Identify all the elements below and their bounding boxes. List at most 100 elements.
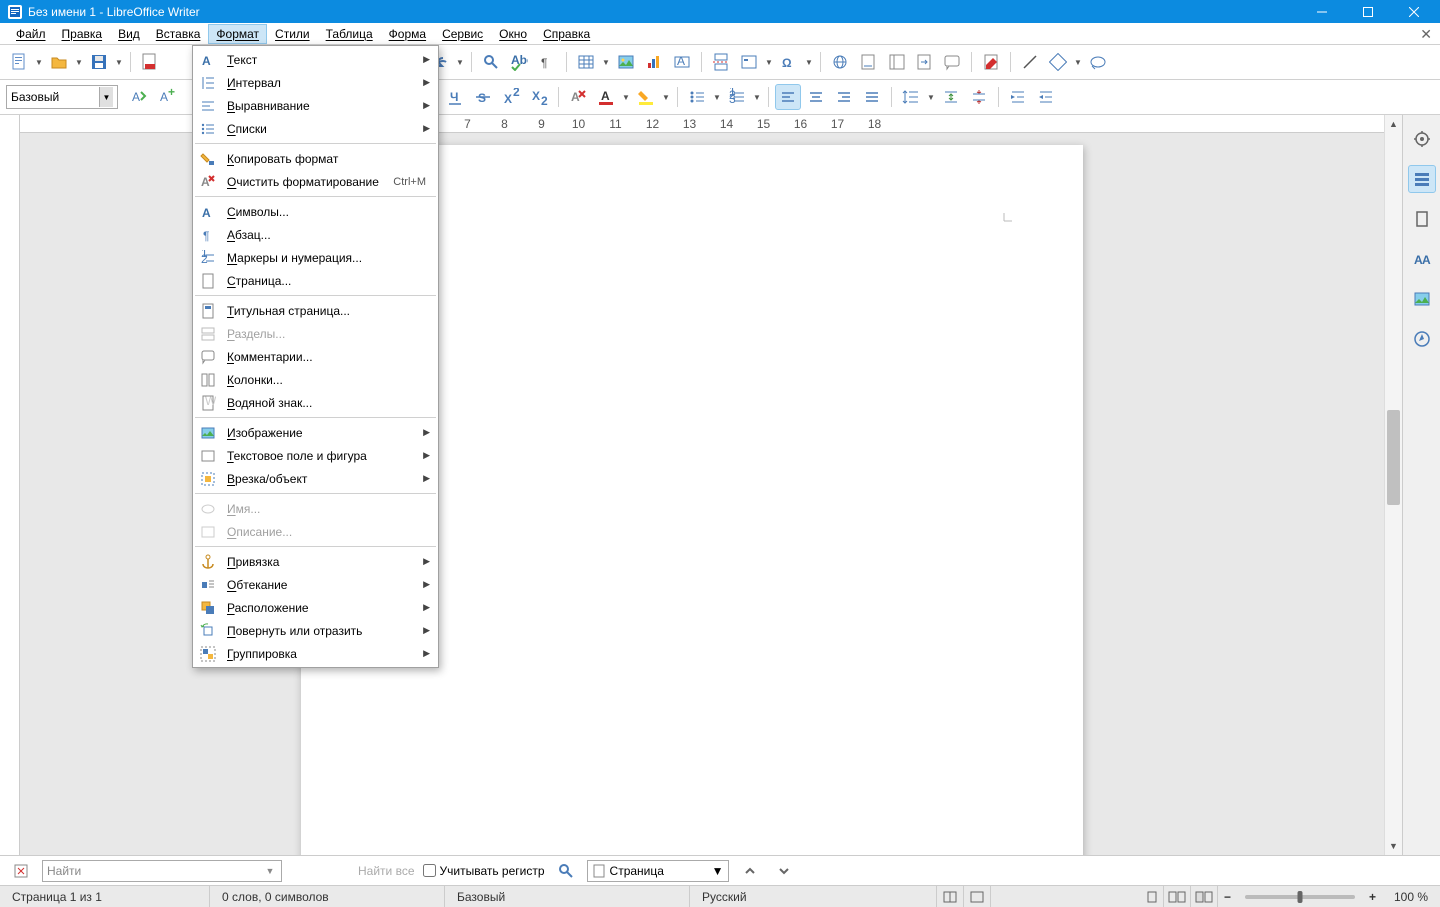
find-options-button[interactable] [553,858,579,884]
status-page[interactable]: Страница 1 из 1 [0,886,210,907]
field-dropdown[interactable]: ▼ [764,49,774,75]
menuitem-columns[interactable]: Колонки... [193,368,438,391]
view-multipage-button[interactable] [1164,886,1191,907]
highlight-button[interactable] [633,84,659,110]
status-selection-mode[interactable] [964,886,991,907]
menuitem-list[interactable]: Списки▶ [193,117,438,140]
number-list-button[interactable]: 123 [724,84,750,110]
highlight-dropdown[interactable]: ▼ [661,84,671,110]
basic-shape-button[interactable] [1045,49,1071,75]
comment-button[interactable] [939,49,965,75]
menuitem-rotate[interactable]: Повернуть или отразить▶ [193,619,438,642]
underline-button[interactable]: Ч [442,84,468,110]
menuitem-anchor[interactable]: Привязка▶ [193,550,438,573]
nav-up-button[interactable] [737,858,763,884]
menu-insert[interactable]: Вставка [148,24,209,44]
scroll-down-icon[interactable]: ▼ [1385,837,1402,855]
bookmark-button[interactable] [883,49,909,75]
menuitem-align[interactable]: Выравнивание▶ [193,94,438,117]
status-style[interactable]: Базовый [445,886,690,907]
minimize-button[interactable] [1302,0,1348,23]
menuitem-clone[interactable]: Копировать формат [193,147,438,170]
menuitem-frame[interactable]: Врезка/объект▶ [193,467,438,490]
menu-form[interactable]: Форма [381,24,434,44]
menuitem-page[interactable]: Страница... [193,269,438,292]
status-words[interactable]: 0 слов, 0 символов [210,886,445,907]
close-findbar-button[interactable] [8,858,34,884]
scroll-up-icon[interactable]: ▲ [1385,115,1402,133]
menuitem-text[interactable]: AТекст▶ [193,48,438,71]
line-spacing-button[interactable] [898,84,924,110]
bullet-list-button[interactable] [684,84,710,110]
decrease-spacing-button[interactable] [966,84,992,110]
paragraph-style-combo[interactable]: Базовый ▼ [6,85,118,109]
superscript-button[interactable]: X2 [498,84,524,110]
increase-indent-button[interactable] [1005,84,1031,110]
hyperlink-button[interactable] [827,49,853,75]
menuitem-character[interactable]: AСимволы... [193,200,438,223]
menuitem-paragraph[interactable]: ¶Абзац... [193,223,438,246]
status-language[interactable]: Русский [690,886,937,907]
vertical-scrollbar[interactable]: ▲ ▼ [1384,115,1402,855]
insert-textbox-button[interactable]: A [669,49,695,75]
menuitem-titlepage[interactable]: Титульная страница... [193,299,438,322]
sidebar-styles-button[interactable]: AA [1408,245,1436,273]
save-button[interactable] [86,49,112,75]
special-char-button[interactable]: Ω [776,49,802,75]
find-replace-button[interactable] [478,49,504,75]
nav-down-button[interactable] [771,858,797,884]
new-doc-button[interactable] [6,49,32,75]
insert-chart-button[interactable] [641,49,667,75]
open-button[interactable] [46,49,72,75]
view-book-button[interactable] [1191,886,1218,907]
zoom-out-button[interactable]: − [1218,890,1237,904]
align-justify-button[interactable] [859,84,885,110]
menuitem-clear-format[interactable]: AОчистить форматированиеCtrl+M [193,170,438,193]
export-pdf-button[interactable] [137,49,163,75]
menu-format[interactable]: Формат [208,24,267,44]
view-singlepage-button[interactable] [1141,886,1164,907]
close-doc-icon[interactable]: ✕ [1420,26,1432,43]
update-style-button[interactable]: A [126,84,152,110]
track-changes-button[interactable] [978,49,1004,75]
menu-view[interactable]: Вид [110,24,148,44]
find-all-label[interactable]: Найти все [358,864,415,878]
menuitem-textbox[interactable]: Текстовое поле и фигура▶ [193,444,438,467]
sidebar-properties-button[interactable] [1408,165,1436,193]
insert-image-button[interactable] [613,49,639,75]
insert-table-button[interactable] [573,49,599,75]
close-button[interactable] [1394,0,1440,23]
clear-format-button[interactable]: A [565,84,591,110]
spellcheck-button[interactable]: Abc [506,49,532,75]
save-dropdown[interactable]: ▼ [114,49,124,75]
menuitem-spacing[interactable]: Интервал▶ [193,71,438,94]
table-dropdown[interactable]: ▼ [601,49,611,75]
menuitem-watermark[interactable]: WВодяной знак... [193,391,438,414]
zoom-value[interactable]: 100 % [1382,886,1440,907]
scrollbar-thumb[interactable] [1387,410,1400,505]
line-button[interactable] [1017,49,1043,75]
align-left-button[interactable] [775,84,801,110]
undo-dropdown[interactable]: ▼ [455,49,465,75]
menu-table[interactable]: Таблица [318,24,381,44]
sidebar-settings-button[interactable] [1408,125,1436,153]
sidebar-gallery-button[interactable] [1408,285,1436,313]
subscript-button[interactable]: X2 [526,84,552,110]
shape-dropdown[interactable]: ▼ [1073,49,1083,75]
cross-ref-button[interactable] [911,49,937,75]
new-doc-dropdown[interactable]: ▼ [34,49,44,75]
menuitem-image[interactable]: Изображение▶ [193,421,438,444]
sidebar-page-button[interactable] [1408,205,1436,233]
increase-spacing-button[interactable] [938,84,964,110]
menu-help[interactable]: Справка [535,24,598,44]
menu-window[interactable]: Окно [491,24,535,44]
font-color-dropdown[interactable]: ▼ [621,84,631,110]
open-dropdown[interactable]: ▼ [74,49,84,75]
strikethrough-button[interactable]: S [470,84,496,110]
new-style-button[interactable]: A+ [154,84,180,110]
number-dropdown[interactable]: ▼ [752,84,762,110]
menuitem-comments[interactable]: Комментарии... [193,345,438,368]
menuitem-arrange[interactable]: Расположение▶ [193,596,438,619]
zoom-in-button[interactable]: + [1363,890,1382,904]
special-char-dropdown[interactable]: ▼ [804,49,814,75]
